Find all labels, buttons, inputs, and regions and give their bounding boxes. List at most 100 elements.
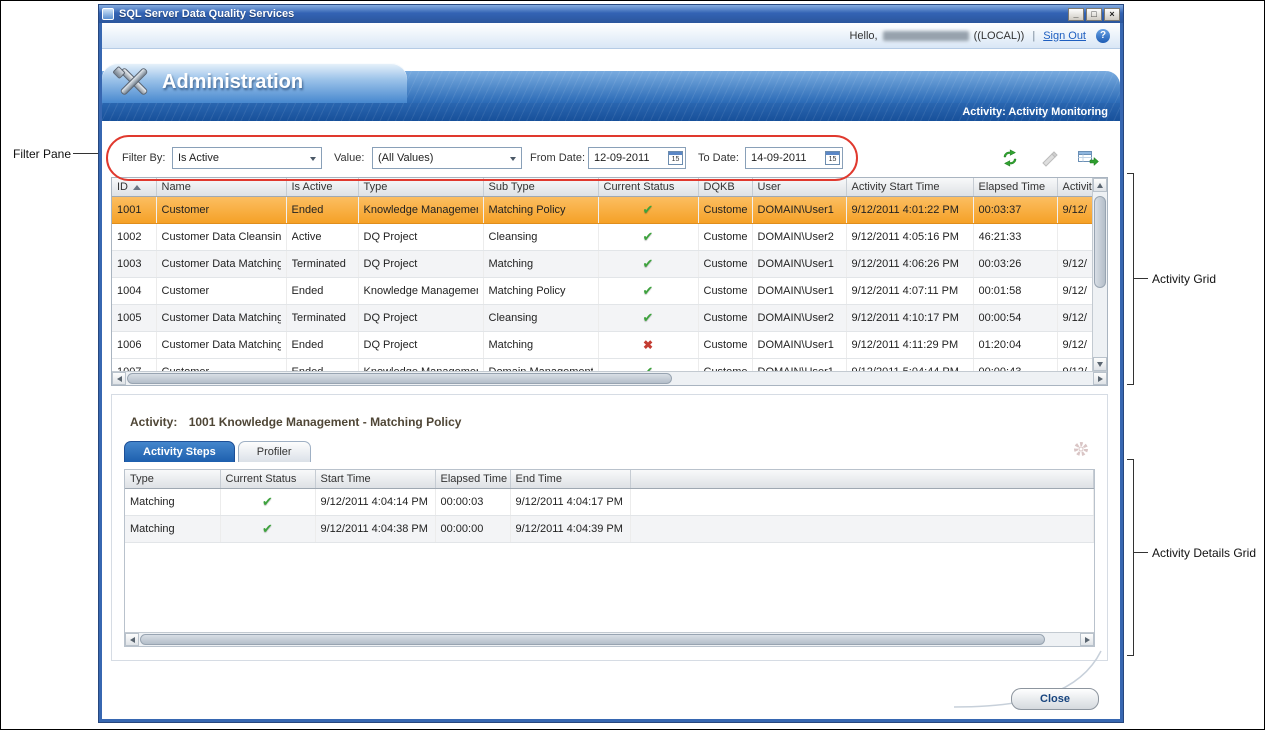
activity-grid-bracket bbox=[1133, 173, 1134, 385]
tab-activity-steps[interactable]: Activity Steps bbox=[124, 441, 235, 462]
calendar-icon-day: 15 bbox=[826, 155, 839, 164]
status-error-icon: ✖ bbox=[604, 332, 693, 358]
status-ok-icon: ✔ bbox=[226, 516, 310, 542]
activity-grid: IDNameIs ActiveTypeSub TypeCurrent Statu… bbox=[111, 177, 1108, 386]
cell-activity: 9/12/20 bbox=[1057, 196, 1092, 223]
details-grid-horizontal-scrollbar[interactable] bbox=[125, 632, 1094, 646]
status-ok-icon: ✔ bbox=[604, 305, 693, 331]
scroll-right-button[interactable] bbox=[1080, 633, 1094, 646]
scroll-down-button[interactable] bbox=[1093, 357, 1107, 371]
scroll-up-button[interactable] bbox=[1093, 178, 1107, 192]
value-value: (All Values) bbox=[378, 152, 433, 164]
to-date-input[interactable]: 14-09-201115 bbox=[745, 147, 843, 169]
sign-out-link[interactable]: Sign Out bbox=[1043, 30, 1086, 42]
app-icon bbox=[102, 8, 114, 20]
filter-by-select[interactable]: Is Active bbox=[172, 147, 322, 169]
activity-grid-vertical-scrollbar[interactable] bbox=[1092, 178, 1107, 371]
cell-name: Customer Data Matching bbox=[156, 250, 286, 277]
table-row[interactable]: 1001CustomerEndedKnowledge ManagementMat… bbox=[112, 196, 1092, 223]
activity-grid-table: IDNameIs ActiveTypeSub TypeCurrent Statu… bbox=[112, 178, 1093, 371]
maximize-button[interactable]: □ bbox=[1086, 8, 1102, 21]
vertical-scrollbar-thumb[interactable] bbox=[1094, 196, 1106, 288]
table-row[interactable]: 1003Customer Data MatchingTerminatedDQ P… bbox=[112, 250, 1092, 277]
bracket-connector bbox=[1133, 552, 1148, 553]
cell-name: Customer Data Cleansing bbox=[156, 223, 286, 250]
column-header[interactable]: Name bbox=[156, 178, 286, 196]
gear-icon-disabled bbox=[1073, 441, 1089, 460]
cell-elapsed: 00:00:00 bbox=[435, 515, 510, 542]
cell-dqkb: Customer bbox=[698, 250, 752, 277]
table-row[interactable]: 1002Customer Data CleansingActiveDQ Proj… bbox=[112, 223, 1092, 250]
cell-dqkb: Customer bbox=[698, 304, 752, 331]
help-icon[interactable]: ? bbox=[1096, 29, 1110, 43]
activity-grid-horizontal-scrollbar[interactable] bbox=[112, 371, 1107, 385]
terminate-process-icon-disabled[interactable] bbox=[1037, 147, 1061, 169]
cell-user: DOMAIN\User2 bbox=[752, 223, 846, 250]
column-header[interactable]: Start Time bbox=[315, 470, 435, 488]
cell-user: DOMAIN\User1 bbox=[752, 358, 846, 371]
table-row[interactable]: Matching✔9/12/2011 4:04:14 PM00:00:039/1… bbox=[125, 488, 1094, 515]
export-grid-icon[interactable] bbox=[1076, 147, 1100, 169]
bracket-tick bbox=[1127, 384, 1134, 385]
tab-profiler[interactable]: Profiler bbox=[238, 441, 311, 462]
column-header[interactable]: Elapsed Time bbox=[973, 178, 1057, 196]
close-window-button[interactable]: × bbox=[1104, 8, 1120, 21]
column-header[interactable]: Activity Start Time bbox=[846, 178, 973, 196]
cell-start: 9/12/2011 4:05:16 PM bbox=[846, 223, 973, 250]
close-button[interactable]: Close bbox=[1011, 688, 1099, 710]
column-header[interactable]: Current Status bbox=[598, 178, 698, 196]
column-header[interactable]: Current Status bbox=[220, 470, 315, 488]
cell-status: ✔ bbox=[598, 250, 698, 277]
table-row[interactable]: 1005Customer Data MatchingTerminatedDQ P… bbox=[112, 304, 1092, 331]
cell-elapsed: 46:21:33 bbox=[973, 223, 1057, 250]
column-header[interactable]: User bbox=[752, 178, 846, 196]
user-name-redacted bbox=[883, 31, 969, 41]
table-row[interactable]: 1004CustomerEndedKnowledge ManagementMat… bbox=[112, 277, 1092, 304]
column-header[interactable]: Is Active bbox=[286, 178, 358, 196]
scroll-left-button[interactable] bbox=[112, 372, 126, 385]
horizontal-scrollbar-thumb[interactable] bbox=[140, 634, 1045, 645]
cell-elapsed: 01:20:04 bbox=[973, 331, 1057, 358]
calendar-icon[interactable]: 15 bbox=[668, 151, 683, 165]
cell-type: DQ Project bbox=[358, 223, 483, 250]
cell-id: 1005 bbox=[112, 304, 156, 331]
cell-activity: 9/12/20 bbox=[1057, 304, 1092, 331]
cell-type: Knowledge Management bbox=[358, 358, 483, 371]
column-header[interactable]: Type bbox=[125, 470, 220, 488]
status-ok-icon: ✔ bbox=[604, 224, 693, 250]
table-row[interactable]: 1006Customer Data MatchingEndedDQ Projec… bbox=[112, 331, 1092, 358]
minimize-button[interactable]: _ bbox=[1068, 8, 1084, 21]
cell-activity: 9/12/20 bbox=[1057, 250, 1092, 277]
cell-type: Matching bbox=[125, 488, 220, 515]
from-date-input[interactable]: 12-09-201115 bbox=[588, 147, 686, 169]
cell-elapsed: 00:00:43 bbox=[973, 358, 1057, 371]
table-row[interactable]: 1007CustomerEndedKnowledge ManagementDom… bbox=[112, 358, 1092, 371]
cell-sub_type: Matching Policy bbox=[483, 196, 598, 223]
refresh-icon[interactable] bbox=[998, 147, 1022, 169]
column-header[interactable]: Type bbox=[358, 178, 483, 196]
horizontal-scrollbar-thumb[interactable] bbox=[127, 373, 672, 384]
cell-type: Knowledge Management bbox=[358, 277, 483, 304]
status-ok-icon: ✔ bbox=[604, 278, 693, 304]
cell-type: DQ Project bbox=[358, 331, 483, 358]
calendar-icon[interactable]: 15 bbox=[825, 151, 840, 165]
cell-dqkb: Customer bbox=[698, 277, 752, 304]
column-header[interactable]: DQKB bbox=[698, 178, 752, 196]
cell-status: ✖ bbox=[598, 331, 698, 358]
column-header[interactable]: ID bbox=[112, 178, 156, 196]
banner-tab: Administration bbox=[102, 63, 407, 103]
table-row[interactable]: Matching✔9/12/2011 4:04:38 PM00:00:009/1… bbox=[125, 515, 1094, 542]
cell-type: Knowledge Management bbox=[358, 196, 483, 223]
scroll-right-button[interactable] bbox=[1093, 372, 1107, 385]
cell-status: ✔ bbox=[598, 304, 698, 331]
page-title: Administration bbox=[162, 71, 303, 94]
column-header[interactable]: Elapsed Time bbox=[435, 470, 510, 488]
to-date-label: To Date: bbox=[698, 146, 739, 170]
activity-status-label: Activity: Activity Monitoring bbox=[962, 106, 1108, 118]
scroll-left-button[interactable] bbox=[125, 633, 139, 646]
column-header[interactable]: Activity bbox=[1057, 178, 1092, 196]
column-header[interactable]: End Time bbox=[510, 470, 630, 488]
value-select[interactable]: (All Values) bbox=[372, 147, 522, 169]
cell-elapsed: 00:01:58 bbox=[973, 277, 1057, 304]
column-header[interactable]: Sub Type bbox=[483, 178, 598, 196]
